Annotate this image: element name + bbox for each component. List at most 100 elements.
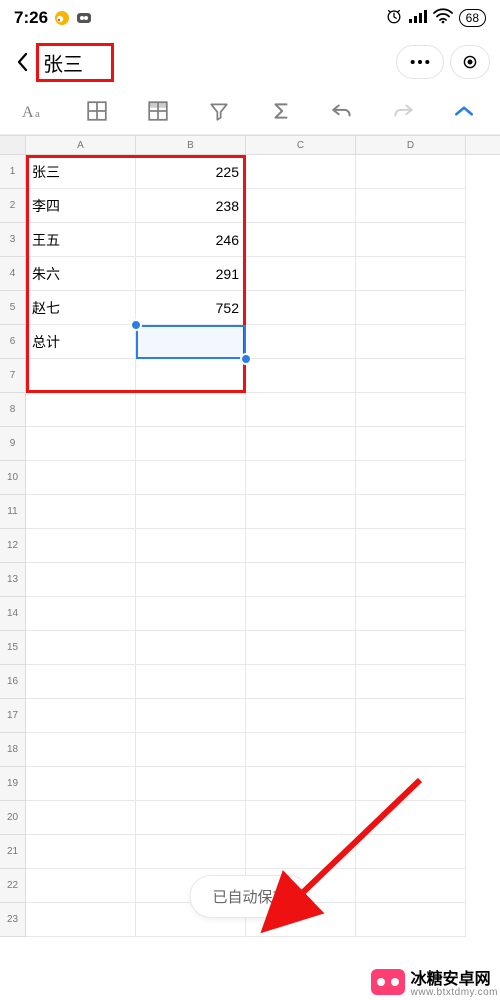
col-header-D[interactable]: D [356,136,466,154]
cell[interactable] [136,393,246,427]
cell[interactable] [246,223,356,257]
cell[interactable] [136,325,246,359]
cell[interactable] [356,291,466,325]
row-header[interactable]: 11 [0,495,26,529]
cell[interactable] [356,495,466,529]
cell[interactable] [356,597,466,631]
cell[interactable] [246,189,356,223]
col-header-C[interactable]: C [246,136,356,154]
cell[interactable]: 朱六 [26,257,136,291]
text-format-button[interactable]: Aa [16,91,56,131]
cell[interactable] [136,631,246,665]
cell[interactable] [356,563,466,597]
cell[interactable] [356,869,466,903]
row-header[interactable]: 16 [0,665,26,699]
cell[interactable] [26,359,136,393]
row-header[interactable]: 12 [0,529,26,563]
cell[interactable] [356,801,466,835]
cell[interactable] [356,835,466,869]
cell[interactable] [136,767,246,801]
cell[interactable] [26,665,136,699]
cell[interactable] [356,155,466,189]
col-header-A[interactable]: A [26,136,136,154]
cell[interactable] [246,257,356,291]
row-header[interactable]: 13 [0,563,26,597]
sum-button[interactable] [261,91,301,131]
cell[interactable] [26,869,136,903]
back-button[interactable] [6,46,38,78]
cell[interactable] [26,903,136,937]
row-header[interactable]: 19 [0,767,26,801]
cell[interactable]: 238 [136,189,246,223]
undo-button[interactable] [322,91,362,131]
select-all-corner[interactable] [0,136,26,154]
cell[interactable] [356,665,466,699]
cell[interactable] [26,393,136,427]
cell[interactable] [136,563,246,597]
cell[interactable]: 总计 [26,325,136,359]
cell[interactable] [136,699,246,733]
row-header[interactable]: 15 [0,631,26,665]
cell[interactable] [26,835,136,869]
cell[interactable] [356,325,466,359]
target-button[interactable] [450,45,490,79]
row-header[interactable]: 17 [0,699,26,733]
cell[interactable] [246,767,356,801]
row-header[interactable]: 8 [0,393,26,427]
cell[interactable] [356,699,466,733]
cell[interactable] [356,223,466,257]
cell[interactable] [356,189,466,223]
cell[interactable] [246,699,356,733]
cell[interactable] [246,835,356,869]
cell[interactable] [246,325,356,359]
cell[interactable] [356,733,466,767]
row-header[interactable]: 7 [0,359,26,393]
insert-table-button[interactable] [77,91,117,131]
cell[interactable]: 王五 [26,223,136,257]
cell[interactable] [136,665,246,699]
cell[interactable] [246,733,356,767]
cell[interactable] [136,461,246,495]
row-header[interactable]: 2 [0,189,26,223]
more-button[interactable] [396,45,444,79]
document-title[interactable]: 张三 [43,54,83,76]
cell[interactable] [136,733,246,767]
row-header[interactable]: 23 [0,903,26,937]
cell[interactable] [246,393,356,427]
row-header[interactable]: 10 [0,461,26,495]
cell[interactable] [356,393,466,427]
cell[interactable] [246,427,356,461]
cell[interactable] [246,155,356,189]
cell[interactable] [136,835,246,869]
cell[interactable] [246,461,356,495]
row-header[interactable]: 1 [0,155,26,189]
cell[interactable] [136,529,246,563]
cell[interactable] [356,631,466,665]
cell[interactable] [26,699,136,733]
col-header-B[interactable]: B [136,136,246,154]
cell[interactable] [26,733,136,767]
cell[interactable]: 赵七 [26,291,136,325]
cell[interactable] [246,801,356,835]
cell[interactable] [356,903,466,937]
cell[interactable] [356,529,466,563]
cell[interactable] [246,665,356,699]
cell[interactable] [246,631,356,665]
cell[interactable] [246,495,356,529]
row-header[interactable]: 3 [0,223,26,257]
cell[interactable] [356,767,466,801]
row-header[interactable]: 20 [0,801,26,835]
cell[interactable] [246,359,356,393]
cell[interactable]: 246 [136,223,246,257]
cell[interactable] [246,563,356,597]
table-style-button[interactable] [138,91,178,131]
row-header[interactable]: 9 [0,427,26,461]
cell[interactable] [356,427,466,461]
redo-button[interactable] [383,91,423,131]
spreadsheet[interactable]: A B C D 1张三2252李四2383王五2464朱六2915赵七7526总… [0,135,500,937]
cell[interactable] [26,495,136,529]
cell[interactable] [356,359,466,393]
row-header[interactable]: 22 [0,869,26,903]
cell[interactable] [26,597,136,631]
row-header[interactable]: 18 [0,733,26,767]
